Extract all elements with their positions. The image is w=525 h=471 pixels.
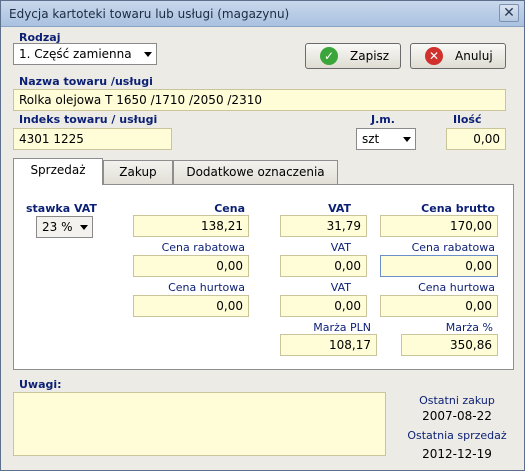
stawka-vat-label: stawka VAT: [26, 202, 97, 215]
jm-select[interactable]: szt: [356, 128, 416, 150]
cena-rabatowa-label: Cena rabatowa: [161, 241, 245, 254]
jm-value: szt: [362, 132, 380, 146]
vat-input[interactable]: 31,79: [280, 215, 367, 237]
check-icon: ✓: [320, 47, 338, 65]
ostatni-zakup-label: Ostatni zakup: [419, 394, 495, 407]
nazwa-input[interactable]: Rolka olejowa T 1650 /1710 /2050 /2310: [13, 89, 506, 111]
uwagi-label: Uwagi:: [19, 378, 62, 391]
vat-label: VAT: [328, 202, 351, 215]
save-button-label: Zapisz: [350, 49, 390, 63]
cancel-icon: ✕: [425, 47, 443, 65]
cena-hurtowa-label: Cena hurtowa: [168, 281, 245, 294]
dialog-window: Edycja kartoteki towaru lub usługi (maga…: [0, 0, 525, 471]
cancel-button[interactable]: ✕ Anuluj: [410, 43, 506, 69]
save-button[interactable]: ✓ Zapisz: [305, 43, 401, 69]
uwagi-textarea[interactable]: [13, 392, 386, 456]
cena-netto-input[interactable]: 138,21: [133, 215, 249, 237]
chevron-down-icon: [403, 137, 411, 142]
vat-rabatowa-input[interactable]: 0,00: [280, 255, 367, 277]
chevron-down-icon: [80, 225, 88, 230]
cena-rabatowa-brutto-input[interactable]: 0,00: [380, 255, 498, 277]
ilosc-label: Ilość: [453, 113, 482, 126]
vat-rabatowa-label: VAT: [330, 241, 351, 254]
rodzaj-value: 1. Część zamienna: [19, 47, 132, 61]
jm-label: J.m.: [371, 113, 395, 126]
window-close-button[interactable]: ✕: [499, 4, 519, 22]
chevron-down-icon: [144, 52, 152, 57]
marza-pct-input[interactable]: 350,86: [401, 334, 498, 356]
nazwa-label: Nazwa towaru /usługi: [19, 75, 153, 88]
title-bar[interactable]: Edycja kartoteki towaru lub usługi (maga…: [1, 1, 524, 27]
tab-sprzedaz[interactable]: Sprzedaż: [13, 158, 103, 185]
cena-hurtowa-brutto-input[interactable]: 0,00: [380, 295, 498, 317]
vat-hurtowa-input[interactable]: 0,00: [280, 295, 367, 317]
cena-rabatowa-input[interactable]: 0,00: [133, 255, 249, 277]
marza-pct-label: Marża %: [445, 321, 493, 334]
ostatnia-sprzedaz-value: 2012-12-19: [422, 447, 492, 461]
marza-pln-label: Marża PLN: [313, 321, 371, 334]
cena-brutto-input[interactable]: 170,00: [380, 215, 498, 237]
stawka-vat-value: 23 %: [42, 220, 73, 234]
cena-hurtowa-input[interactable]: 0,00: [133, 295, 249, 317]
vat-hurtowa-label: VAT: [330, 281, 351, 294]
rodzaj-select[interactable]: 1. Część zamienna: [13, 43, 157, 65]
tab-zakup[interactable]: Zakup: [103, 160, 173, 184]
indeks-label: Indeks towaru / usługi: [19, 113, 158, 126]
cancel-button-label: Anuluj: [455, 49, 493, 63]
cena-brutto-label: Cena brutto: [421, 202, 495, 215]
marza-pln-input[interactable]: 108,17: [280, 334, 377, 356]
window-title: Edycja kartoteki towaru lub usługi (maga…: [9, 7, 290, 21]
close-icon: ✕: [503, 5, 515, 21]
ilosc-input[interactable]: 0,00: [446, 128, 506, 150]
indeks-input[interactable]: 4301 1225: [13, 128, 172, 150]
ostatnia-sprzedaz-label: Ostatnia sprzedaż: [407, 429, 507, 442]
tab-dodatkowe-oznaczenia[interactable]: Dodatkowe oznaczenia: [173, 160, 338, 184]
stawka-vat-select[interactable]: 23 %: [36, 216, 93, 238]
ostatni-zakup-value: 2007-08-22: [422, 409, 492, 423]
